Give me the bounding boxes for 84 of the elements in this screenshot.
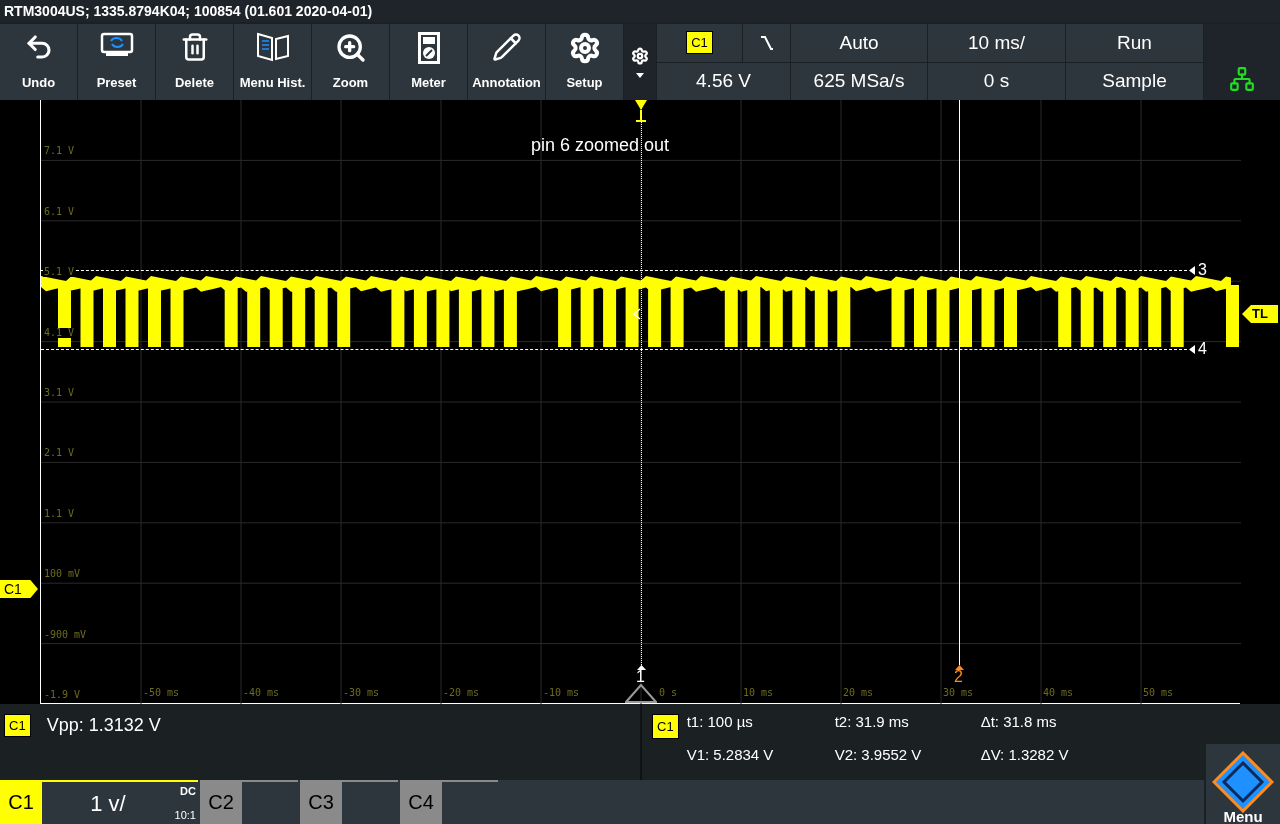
- sample-rate[interactable]: 625 MSa/s: [791, 62, 927, 100]
- cursor-label: 1: [636, 669, 645, 685]
- channel-tab[interactable]: C3: [300, 780, 342, 824]
- cursor-marker-icon: [955, 665, 964, 670]
- logo-icon: [1212, 751, 1274, 813]
- toolbar-button[interactable]: Preset: [78, 24, 155, 100]
- network-icon: [1229, 66, 1255, 92]
- coupling-label: DC: [180, 786, 196, 797]
- title-bar: RTM3004US; 1335.8794K04; 100854 (01.601 2020-04-01): [0, 0, 1280, 22]
- cursor-readout: t2: 31.9 ms: [834, 714, 910, 729]
- voltage-axis-label: 4.1 V: [43, 327, 76, 338]
- voltage-axis-label: 1.1 V: [43, 508, 76, 519]
- zoom-icon: [334, 32, 367, 64]
- toolbar-button[interactable]: Zoom: [312, 24, 389, 100]
- channel-tab[interactable]: C4: [400, 780, 442, 824]
- settings-dropdown-button[interactable]: [624, 24, 656, 100]
- voltage-axis-label: -900 mV: [43, 629, 88, 640]
- center-triangle-icon: [625, 684, 657, 703]
- trigger-mode[interactable]: Auto: [791, 24, 927, 62]
- cursor-readout: t1: 100 µs: [686, 714, 754, 729]
- cursor-marker-icon: [637, 665, 646, 670]
- cursor-readout: Δt: 31.8 ms: [980, 714, 1058, 729]
- time-axis-label: -50 ms: [143, 688, 180, 698]
- time-axis-label: -20 ms: [443, 688, 480, 698]
- channel-badge: C1: [652, 714, 679, 739]
- timebase[interactable]: 10 ms/: [928, 24, 1065, 62]
- trigger-level[interactable]: 4.56 V: [657, 62, 790, 100]
- toolbar-button[interactable]: Delete: [156, 24, 233, 100]
- time-axis-label: -40 ms: [243, 688, 280, 698]
- time-cursor-line[interactable]: [641, 100, 642, 665]
- voltage-axis-label: 3.1 V: [43, 388, 76, 398]
- cursor-readout: ΔV: 1.3282 V: [980, 747, 1070, 762]
- channel-marker[interactable]: C1: [0, 580, 38, 598]
- channel-tab[interactable]: C1: [0, 780, 42, 824]
- cursor-readout: V1: 5.2834 V: [686, 747, 775, 762]
- toolbar-button[interactable]: Undo: [0, 24, 77, 100]
- cursor-label: 3: [1198, 262, 1207, 278]
- trigger-source-cell[interactable]: C1: [657, 24, 742, 62]
- toolbar-button[interactable]: Annotation: [468, 24, 545, 100]
- time-axis-label: -30 ms: [343, 688, 380, 698]
- time-axis-label: 0 s: [659, 688, 678, 698]
- time-axis-label: 30 ms: [943, 688, 974, 698]
- voltage-axis-label: 6.1 V: [43, 206, 76, 217]
- trigger-position-marker: [635, 100, 647, 122]
- toolbar-button[interactable]: Menu Hist.: [234, 24, 311, 100]
- acquisition-mode[interactable]: Sample: [1066, 62, 1203, 100]
- probe-ratio: 10:1: [174, 810, 196, 821]
- settings-icon: [568, 32, 601, 64]
- voltage-axis-label: 2.1 V: [43, 448, 76, 459]
- time-axis-label: -10 ms: [543, 688, 580, 698]
- measurement-value: Vpp: 1.3132 V: [46, 714, 161, 734]
- voltage-axis-label: 5.1 V: [43, 267, 76, 278]
- cursor-marker-icon: [1189, 345, 1195, 354]
- menu-button[interactable]: Menu: [1204, 744, 1280, 824]
- caret-icon: [636, 72, 644, 78]
- voltage-axis-label: -1.9 V: [43, 690, 82, 700]
- channel-badge: C1: [4, 714, 31, 737]
- trigger-level-marker[interactable]: TL: [1242, 305, 1278, 323]
- time-axis-label: 10 ms: [743, 688, 774, 698]
- cursor-label: 4: [1198, 341, 1207, 357]
- toolbar-button[interactable]: Setup: [546, 24, 623, 100]
- cursor-label: 2: [954, 669, 963, 685]
- time-axis-label: 40 ms: [1043, 688, 1074, 698]
- voltage-axis-label: 100 mV: [43, 569, 82, 580]
- time-axis-label: 50 ms: [1143, 688, 1174, 698]
- run-state[interactable]: Run: [1066, 24, 1203, 62]
- trigger-slope-cell[interactable]: [743, 24, 790, 62]
- voltage-cursor-line[interactable]: [41, 270, 1187, 271]
- settings-icon: [631, 46, 649, 65]
- meter-icon: [417, 32, 440, 64]
- time-axis-label: 20 ms: [843, 688, 874, 698]
- voltage-axis-label: 7.1 V: [43, 146, 76, 157]
- monitor-icon: [99, 32, 134, 58]
- cursor-marker-icon: [1189, 266, 1195, 275]
- vertical-scale: 1 v/: [90, 789, 126, 818]
- toolbar-button[interactable]: Meter: [390, 24, 467, 100]
- horizontal-position[interactable]: 0 s: [928, 62, 1065, 100]
- channel-tab[interactable]: C2: [200, 780, 242, 824]
- book-icon: [255, 32, 290, 62]
- voltage-cursor-line[interactable]: [41, 349, 1187, 350]
- cursor-readout: V2: 3.9552 V: [834, 747, 923, 762]
- annotation-text: pin 6 zoomed out: [531, 134, 670, 157]
- channel-badge: C1: [686, 31, 713, 55]
- pencil-icon: [491, 32, 522, 62]
